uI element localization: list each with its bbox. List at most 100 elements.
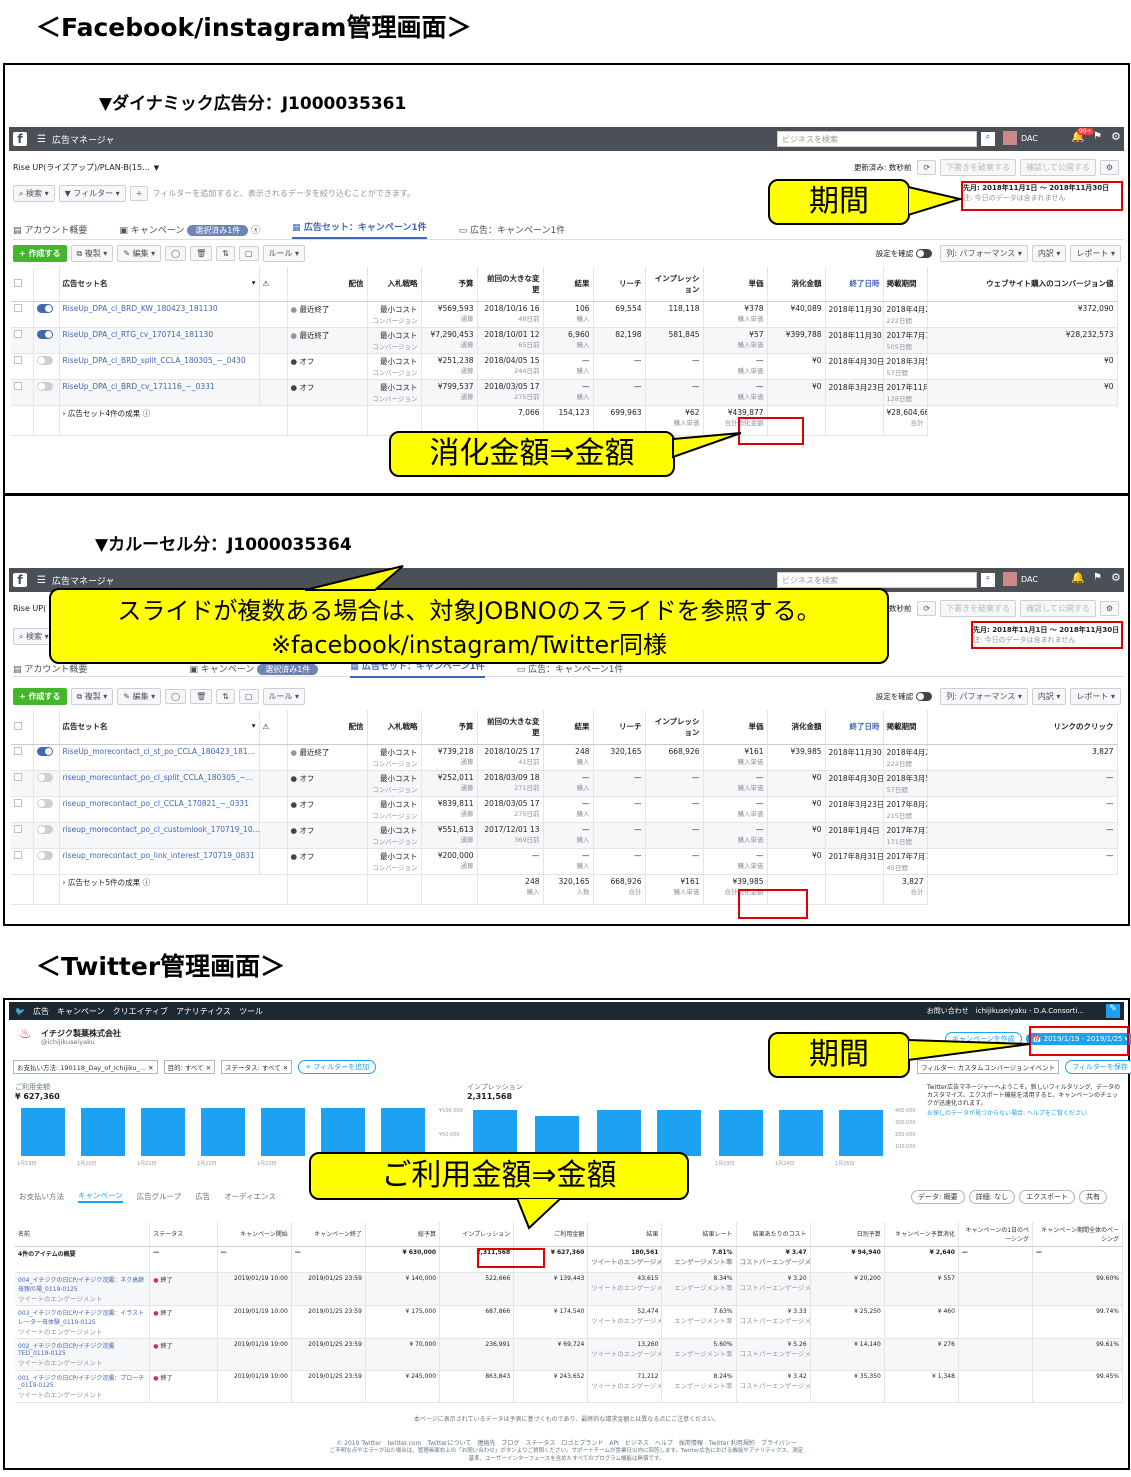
publish-button[interactable]: 確認して公開する	[1020, 600, 1096, 617]
spend-bar[interactable]	[21, 1108, 65, 1156]
budget-cell[interactable]: ¥799,537 通算	[421, 379, 478, 406]
chevron-down-icon[interactable]: ▾	[252, 721, 256, 730]
table-row[interactable]: 003_イチジクの日CP/イチジク浣腸：イラストレーター母体験_0119-012…	[15, 1305, 1123, 1339]
chevron-right-icon[interactable]: ›	[63, 878, 66, 887]
twitter-nav-item[interactable]: キャンペーン	[57, 1006, 105, 1017]
select-all-checkbox[interactable]	[11, 710, 34, 745]
header-col[interactable]: 結果	[587, 1222, 663, 1247]
campaign-name-link[interactable]: 004_イチジクの日CP/イチジク浣腸：ネク高齢母親の場_0119-0125	[18, 1277, 144, 1293]
header-col-2[interactable]: 入札戦略	[367, 267, 422, 302]
header-col-1[interactable]: 配信	[287, 710, 368, 745]
header-col-8[interactable]: 単価	[703, 267, 768, 302]
header-col-6[interactable]: リーチ	[593, 710, 646, 745]
header-col[interactable]: 結果レート	[661, 1222, 737, 1247]
notification-icon[interactable]: 🔔	[1071, 571, 1085, 584]
header-col-5[interactable]: 結果	[543, 267, 594, 302]
table-row[interactable]: 001_イチジクの日CP/イチジク浣腸：プローチ_0119-0125 ツイートのエ…	[15, 1370, 1123, 1403]
account-selector[interactable]: Rise UP(	[13, 604, 46, 613]
row-checkbox[interactable]	[11, 379, 34, 406]
twitter-tab[interactable]: 広告グループ	[137, 1191, 182, 1202]
spend-bar[interactable]	[81, 1108, 125, 1156]
impressions-bar[interactable]	[535, 1116, 579, 1156]
header-col[interactable]: 名前	[15, 1222, 151, 1247]
twitter-action-button[interactable]: エクスポート	[1019, 1190, 1075, 1204]
spend-bar[interactable]	[201, 1108, 245, 1156]
row-toggle[interactable]	[33, 796, 60, 823]
budget-cell[interactable]: ¥839,811 通算	[421, 796, 478, 823]
table-row[interactable]: 002_イチジクの日CP/イチジク浣腸TED_0119-0125 ツイートのエンゲ…	[15, 1338, 1123, 1371]
campaign-name-cell[interactable]: 002_イチジクの日CP/イチジク浣腸TED_0119-0125 ツイートのエンゲ…	[15, 1338, 151, 1371]
gear-icon[interactable]: ⚙	[1111, 571, 1121, 584]
twitter-bird-icon[interactable]: 🐦	[15, 1007, 25, 1016]
business-search-input[interactable]: ビジネスを検索	[777, 131, 977, 147]
adset-name-link[interactable]: riseup_morecontact_po_cl_split_CCLA_1803…	[59, 770, 260, 797]
tab-adset[interactable]: ▦ 広告セット：キャンペーン1件	[292, 220, 427, 239]
preview-icon[interactable]: ▢	[238, 689, 259, 704]
publish-button[interactable]: 確認して公開する	[1020, 159, 1096, 176]
adset-name-link[interactable]: riseup_morecontact_po_link_interest_1707…	[59, 848, 260, 875]
header-col-6[interactable]: リーチ	[593, 267, 646, 302]
header-col-1[interactable]: 配信	[287, 267, 368, 302]
impressions-bar[interactable]	[719, 1110, 763, 1156]
row-checkbox[interactable]	[11, 327, 34, 354]
header-col-10[interactable]: 終了日時	[825, 710, 884, 745]
tab-campaign[interactable]: ▣ キャンペーン 選択済み1件 ⓧ	[119, 223, 260, 236]
budget-cell[interactable]: ¥252,011 通算	[421, 770, 478, 797]
header-col-7[interactable]: インプレッション	[645, 267, 704, 302]
twitter-action-button[interactable]: 詳細: なし	[968, 1190, 1016, 1204]
selected-badge[interactable]: 選択済み1件	[187, 225, 249, 236]
table-row[interactable]: RiseUp_DPA_cl_BRD_cv_171116_~_0331 ● オフ 最小…	[11, 379, 1131, 406]
search-icon[interactable]: ⌕	[981, 573, 995, 587]
selected-badge[interactable]: 選択済み1件	[257, 664, 319, 675]
avatar[interactable]	[1003, 131, 1017, 145]
toggle-icon[interactable]: ◯	[165, 246, 187, 261]
reports-dropdown[interactable]: レポート ▾	[1070, 245, 1121, 262]
row-toggle[interactable]	[33, 353, 60, 380]
chevron-down-icon[interactable]: ▾	[252, 278, 256, 287]
budget-cell[interactable]: ¥251,238 通算	[421, 353, 478, 380]
row-toggle[interactable]	[33, 822, 60, 849]
duplicate-button[interactable]: ⧉ 複製 ▾	[70, 688, 114, 705]
add-filter-button[interactable]: +	[129, 186, 149, 201]
search-icon[interactable]: ⌕	[981, 132, 995, 146]
table-row[interactable]: riseup_morecontact_po_cl_CCLA_170821_~_0…	[11, 796, 1131, 823]
campaign-name-cell[interactable]: 003_イチジクの日CP/イチジク浣腸：イラストレーター母体験_0119-012…	[15, 1305, 151, 1339]
toggle-icon[interactable]: ◯	[165, 689, 187, 704]
campaign-name-link[interactable]: 002_イチジクの日CP/イチジク浣腸TED_0119-0125	[18, 1343, 114, 1357]
adset-name-link[interactable]: RiseUp_morecontact_cl_st_po_CCLA_180423_…	[59, 744, 260, 771]
edit-button[interactable]: ✎ 編集 ▾	[117, 688, 162, 705]
table-row[interactable]: riseup_morecontact_po_cl_customlook_1707…	[11, 822, 1131, 849]
impressions-bar[interactable]	[779, 1110, 823, 1156]
ads-manager-title[interactable]: 広告マネージャ	[52, 133, 114, 146]
flag-icon[interactable]: ⚑	[1093, 131, 1102, 142]
trash-icon[interactable]: 🗑	[190, 246, 213, 261]
spend-bar[interactable]	[321, 1108, 365, 1156]
refresh-icon[interactable]: ⟳	[917, 601, 937, 616]
row-checkbox[interactable]	[11, 744, 34, 771]
columns-dropdown[interactable]: 列: パフォーマンス ▾	[940, 688, 1028, 705]
impressions-bar[interactable]	[597, 1110, 641, 1156]
header-col[interactable]: 日別予算	[810, 1222, 885, 1247]
header-col-12[interactable]: リンクのクリック	[927, 710, 1118, 745]
help-notice[interactable]: お探しのデータが見つからない場合: ヘルプをご覧ください	[927, 1108, 1123, 1117]
filter-chip[interactable]: お支払い方法: 190118_Day_of_Ichijiku_... ✕	[13, 1060, 158, 1074]
user-name[interactable]: DAC	[1021, 134, 1038, 143]
avatar[interactable]	[1003, 572, 1017, 586]
table-row[interactable]: RiseUp_morecontact_cl_st_po_CCLA_180423_…	[11, 744, 1131, 771]
menu-icon[interactable]: ☰	[37, 575, 46, 586]
budget-cell[interactable]: ¥569,593 通算	[421, 301, 478, 328]
row-toggle[interactable]	[33, 327, 60, 354]
business-search-input[interactable]: ビジネスを検索	[777, 572, 977, 588]
campaign-name-link[interactable]: 003_イチジクの日CP/イチジク浣腸：イラストレーター母体験_0119-012…	[18, 1310, 144, 1326]
discard-draft-button[interactable]: 下書きを破棄する	[940, 600, 1017, 617]
user-name[interactable]: DAC	[1021, 575, 1038, 584]
header-col[interactable]: インプレッション	[439, 1222, 515, 1247]
impressions-bar[interactable]	[657, 1110, 701, 1156]
twitter-tab[interactable]: オーディエンス	[224, 1191, 276, 1202]
header-col-4[interactable]: 前回の大きな変更	[477, 267, 544, 302]
compose-icon[interactable]: ✎	[1106, 1004, 1120, 1018]
edit-button[interactable]: ✎ 編集 ▾	[117, 245, 162, 262]
rules-dropdown[interactable]: ルール ▾	[262, 245, 306, 262]
row-checkbox[interactable]	[11, 796, 34, 823]
impressions-bar[interactable]	[839, 1110, 883, 1156]
